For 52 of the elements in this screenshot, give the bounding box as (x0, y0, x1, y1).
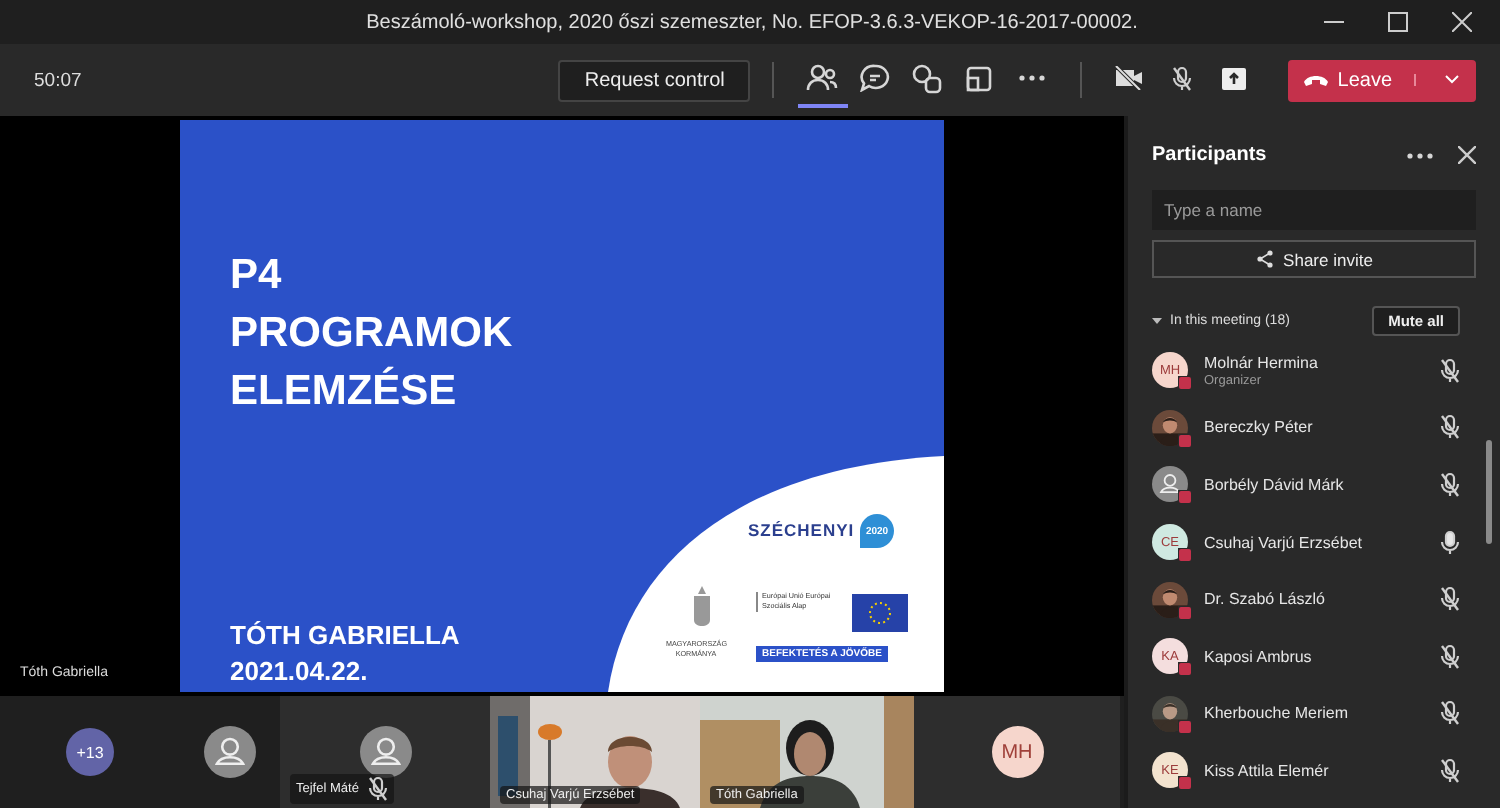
initials-avatar: MH (991, 726, 1043, 778)
flag-icon (852, 594, 908, 632)
participant-name[interactable]: Dr. Szabó László (1204, 590, 1424, 609)
participant-name[interactable]: Kaposi Ambrus (1204, 647, 1424, 666)
slide-author: TÓTH GABRIELLA (230, 618, 460, 654)
rooms-icon (966, 65, 993, 91)
busy-status-icon (1178, 605, 1192, 620)
busy-status-icon (1178, 433, 1192, 448)
participant-name[interactable]: Kherbouche Meriem (1204, 704, 1424, 723)
busy-status-icon (1178, 490, 1192, 505)
participant-name[interactable]: Borbély Dávid Márk (1204, 475, 1424, 494)
slide-date: 2021.04.22. (230, 654, 370, 690)
share-icon (1255, 250, 1274, 268)
people-icon (806, 64, 839, 92)
participant-name[interactable]: Csuhaj Varjú Erzsébet (1204, 533, 1424, 552)
request-control-button[interactable]: Request control (558, 59, 751, 101)
panel-title: Participants (1152, 144, 1267, 166)
window-title: Beszámoló-workshop, 2020 őszi szemeszter, No. EFOP-3.6.3-VEKOP-16-2017-00002. (364, 11, 1140, 33)
slide-title: PROGRAMOK (230, 308, 513, 360)
video-tile[interactable]: MH (914, 696, 1120, 808)
share-invite-button[interactable]: Share invite (1152, 240, 1476, 278)
caret-icon[interactable] (1414, 74, 1461, 86)
busy-status-icon (1178, 548, 1192, 563)
phone-icon (1303, 74, 1328, 86)
meeting-timer: 50:07 (34, 69, 84, 91)
participant-name[interactable]: Bereczky Péter (1204, 418, 1424, 437)
slide-title: P4 (230, 250, 284, 302)
slide-title: ELEMZÉSE (230, 364, 459, 418)
more-icon (1017, 74, 1046, 82)
person-avatar (204, 726, 256, 778)
participant-name[interactable]: Molnár Hermina (1204, 353, 1424, 372)
person-avatar (359, 726, 411, 778)
more-participants-button[interactable]: +13 (66, 728, 114, 776)
share-icon (1221, 67, 1246, 89)
busy-status-icon (1178, 776, 1192, 791)
logo-text: SZÉCHENYI (748, 520, 855, 540)
scrollbar[interactable] (1486, 440, 1492, 544)
close-icon[interactable] (1452, 12, 1472, 32)
chat-icon (859, 64, 890, 92)
leave-button[interactable]: Leave (1287, 59, 1477, 101)
close-icon[interactable] (1458, 146, 1476, 164)
busy-status-icon (1178, 662, 1192, 677)
mic-off-icon (1171, 65, 1192, 91)
maximize-icon[interactable] (1388, 12, 1408, 32)
camera-off-icon (1114, 66, 1145, 90)
busy-status-icon (1178, 719, 1192, 734)
chevron-down-icon[interactable] (1152, 316, 1162, 326)
participant-name[interactable]: Kiss Attila Elemér (1204, 761, 1424, 780)
hand-icon (911, 63, 942, 93)
busy-status-icon (1178, 376, 1192, 391)
panel-more-icon[interactable] (1406, 151, 1434, 159)
search-field[interactable]: Type a name (1152, 190, 1476, 230)
